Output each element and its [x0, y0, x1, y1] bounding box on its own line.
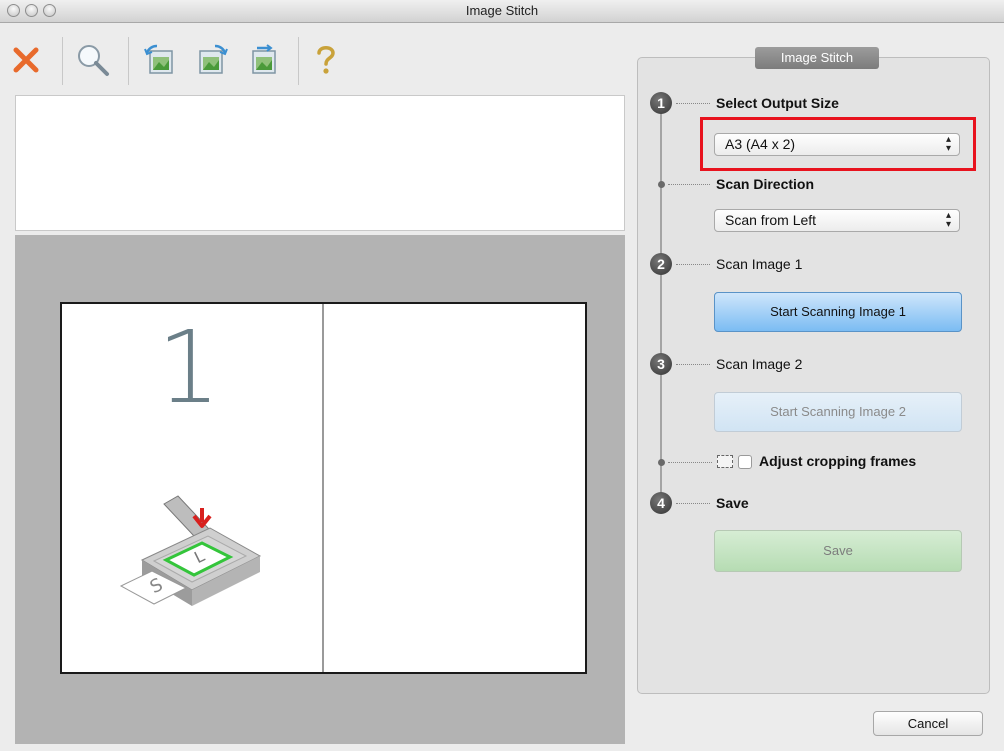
image-number-label: 1: [157, 309, 221, 426]
toolbar-divider: [128, 37, 129, 85]
title-bar: Image Stitch: [0, 0, 1004, 23]
page-divider: [322, 304, 324, 672]
toolbar: [0, 23, 625, 95]
step-leader: [676, 103, 710, 104]
magnifier-icon[interactable]: [74, 41, 112, 79]
step-4-marker: 4: [650, 492, 672, 514]
highlight-box: [700, 117, 976, 171]
panel-title: Image Stitch: [755, 47, 879, 69]
image-swap-icon[interactable]: [245, 41, 283, 79]
scan-image-1-label: Scan Image 1: [716, 256, 803, 272]
scan-direction-select[interactable]: Scan from Left ▴ ▾: [714, 209, 960, 232]
step-leader: [676, 364, 710, 365]
adjust-cropping-frames-checkbox[interactable]: [738, 455, 752, 469]
start-scanning-image-1-button[interactable]: Start Scanning Image 1: [714, 292, 962, 332]
steps-connector-line: [660, 108, 662, 503]
select-output-size-label: Select Output Size: [716, 95, 839, 111]
toolbar-divider: [62, 37, 63, 85]
step-leader: [668, 184, 710, 185]
updown-arrows-icon: ▴ ▾: [945, 210, 951, 230]
substep-dot: [658, 181, 665, 188]
preview-area: 1 S L: [15, 235, 625, 744]
substep-dot: [658, 459, 665, 466]
thumbnail-area: [15, 95, 625, 231]
help-question-icon[interactable]: [307, 41, 345, 79]
output-page: 1 S L: [60, 302, 587, 674]
scan-direction-label: Scan Direction: [716, 176, 815, 192]
save-button[interactable]: Save: [714, 530, 962, 572]
cancel-button[interactable]: Cancel: [873, 711, 983, 736]
scan-image-2-label: Scan Image 2: [716, 356, 803, 372]
image-rotate-right-icon[interactable]: [193, 41, 231, 79]
window-title: Image Stitch: [465, 3, 539, 18]
step-2-marker: 2: [650, 253, 672, 275]
image-stitch-window: Image Stitch 1 S L Image Stitch 1 Select…: [0, 0, 1004, 751]
delete-x-icon[interactable]: [7, 41, 45, 79]
start-scanning-image-2-button[interactable]: Start Scanning Image 2: [714, 392, 962, 432]
step-3-marker: 3: [650, 353, 672, 375]
step-leader: [676, 503, 710, 504]
toolbar-divider: [298, 37, 299, 85]
scanner-illustration: S L: [114, 490, 264, 615]
crop-frame-icon: [717, 455, 733, 468]
save-step-label: Save: [716, 495, 749, 511]
step-leader: [676, 264, 710, 265]
scan-direction-value: Scan from Left: [725, 212, 817, 228]
step-leader: [668, 462, 712, 463]
image-rotate-left-icon[interactable]: [141, 41, 179, 79]
adjust-cropping-frames-label: Adjust cropping frames: [759, 453, 917, 469]
step-1-marker: 1: [650, 92, 672, 114]
